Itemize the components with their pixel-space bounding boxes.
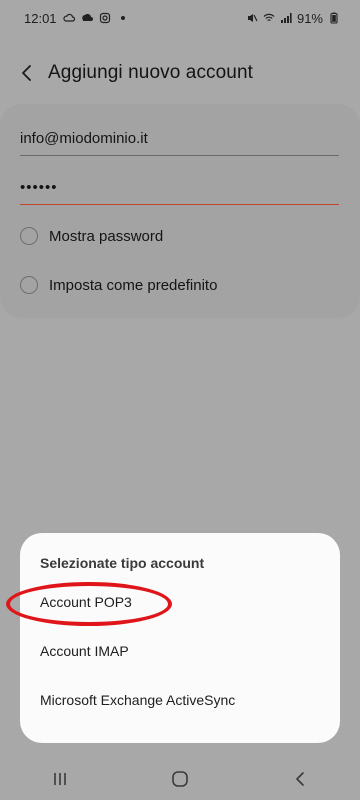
show-password-label: Mostra password [49, 227, 164, 245]
password-value: •••••• [20, 179, 58, 196]
set-default-radio[interactable] [20, 276, 38, 294]
set-default-option[interactable]: Imposta come predefinito [20, 270, 217, 300]
option-exchange[interactable]: Microsoft Exchange ActiveSync [40, 692, 235, 708]
highlight-ellipse [6, 582, 172, 626]
mute-icon [247, 14, 258, 22]
signal-icon [280, 13, 292, 23]
home-button[interactable] [150, 758, 210, 800]
instagram-icon [99, 12, 110, 24]
navigation-bar [0, 758, 360, 800]
status-time: 12:01 [24, 10, 57, 26]
nav-back-icon [296, 772, 304, 786]
wifi-icon [263, 13, 275, 21]
sheet-title: Selezionate tipo account [40, 555, 205, 571]
recent-apps-button[interactable] [30, 758, 90, 800]
battery-icon [330, 12, 338, 24]
battery-percent: 91% [296, 10, 323, 26]
email-field[interactable]: info@miodominio.it [20, 122, 339, 156]
back-arrow-icon [22, 65, 31, 81]
account-type-sheet: Selezionate tipo account Account POP3 Ac… [20, 533, 340, 743]
option-imap[interactable]: Account IMAP [40, 643, 129, 659]
nav-back-button[interactable] [270, 758, 330, 800]
page-title: Aggiungi nuovo account [48, 62, 254, 83]
home-icon [172, 771, 188, 787]
cloud-icon [62, 13, 75, 22]
set-default-label: Imposta come predefinito [49, 276, 218, 294]
dot-icon [120, 16, 125, 20]
status-bar: 12:01 91% [0, 0, 360, 36]
recent-apps-icon [54, 773, 66, 785]
app-header: Aggiungi nuovo account [0, 50, 360, 96]
password-field[interactable]: •••••• [20, 171, 339, 205]
upload-icon [81, 13, 93, 21]
show-password-option[interactable]: Mostra password [20, 221, 163, 251]
show-password-radio[interactable] [20, 227, 38, 245]
email-value: info@miodominio.it [20, 130, 148, 147]
